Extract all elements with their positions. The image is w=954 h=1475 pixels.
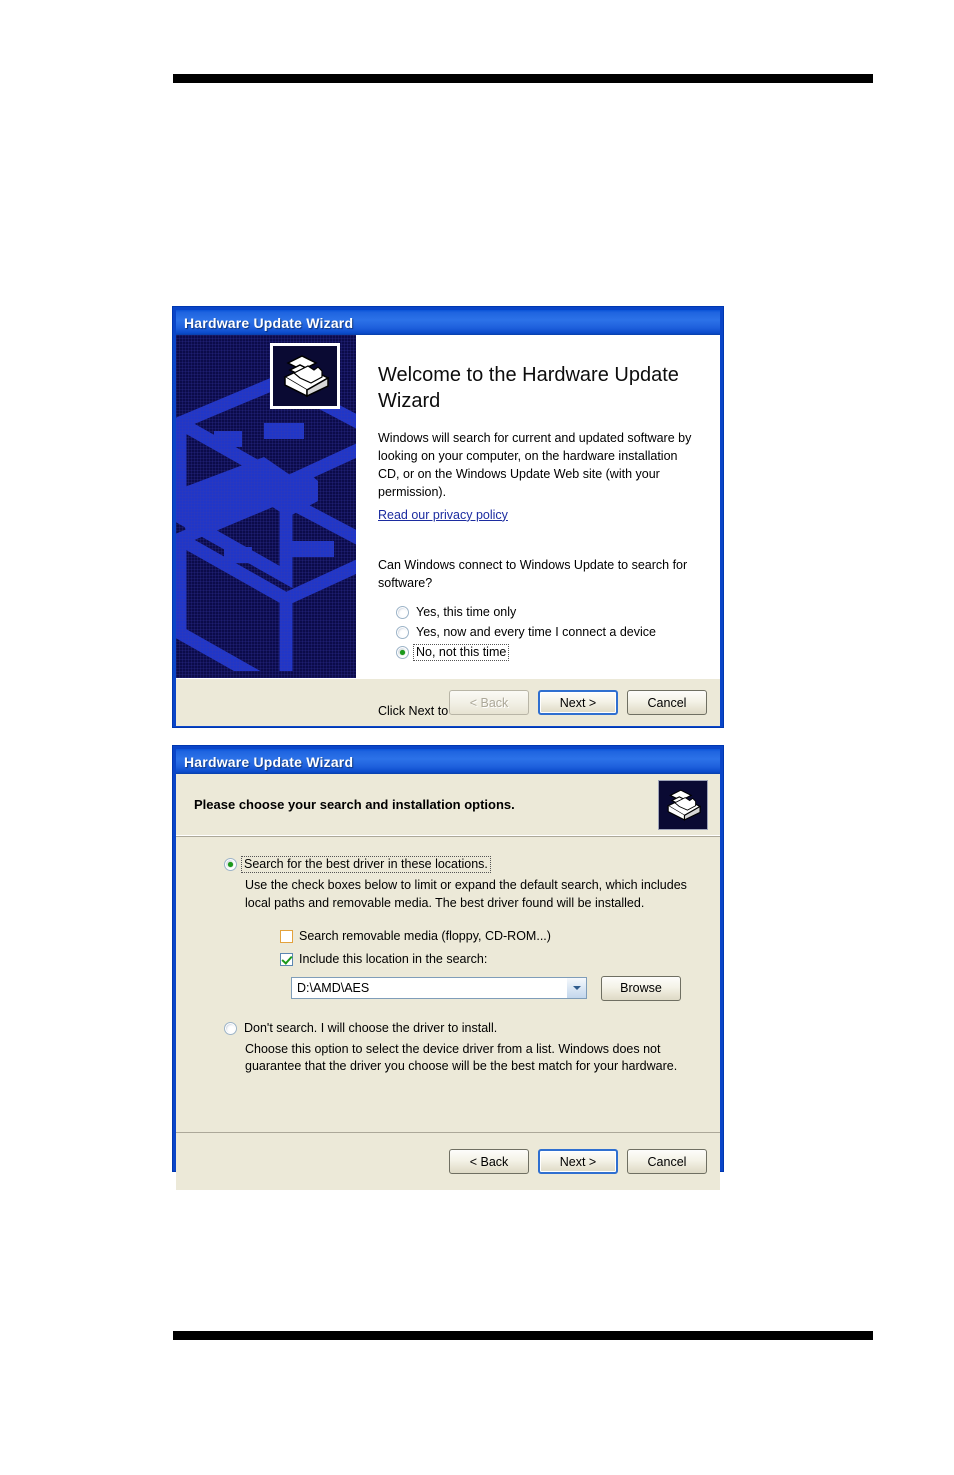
- radio-icon: [224, 1021, 237, 1035]
- location-combobox[interactable]: D:\AMD\AES: [291, 977, 587, 999]
- cancel-button-label: Cancel: [647, 1154, 687, 1169]
- welcome-dialog-button-bar: < Back Next > Cancel: [176, 678, 720, 726]
- welcome-heading: Welcome to the Hardware Update Wizard: [378, 364, 679, 412]
- hardware-update-wizard-options-dialog: Hardware Update Wizard Please choose you…: [173, 746, 723, 1190]
- wizard-sidebar-banner: [176, 335, 356, 678]
- hardware-watermark-graphic: [176, 373, 356, 671]
- welcome-intro-text: Windows will search for current and upda…: [378, 431, 692, 499]
- options-dialog-header: Please choose your search and installati…: [176, 774, 720, 836]
- radio-icon-selected: [396, 646, 409, 660]
- windows-update-radio-group: Yes, this time only Yes, now and every t…: [378, 605, 698, 662]
- checkbox-label: Search removable media (floppy, CD-ROM..…: [299, 928, 551, 943]
- options-dialog-button-bar: < Back Next > Cancel: [176, 1132, 720, 1190]
- back-button-label: < Back: [469, 1154, 509, 1169]
- manual-option-description: Choose this option to select the device …: [245, 1041, 678, 1074]
- hardware-device-glyph: [283, 355, 330, 398]
- radio-option-dont-search[interactable]: Don't search. I will choose the driver t…: [224, 1021, 702, 1036]
- next-button[interactable]: Next >: [538, 690, 618, 715]
- welcome-dialog-titlebar[interactable]: Hardware Update Wizard: [176, 310, 720, 335]
- options-dialog-body: Search for the best driver in these loca…: [176, 836, 720, 1132]
- radio-option-search-best-driver[interactable]: Search for the best driver in these loca…: [224, 856, 702, 873]
- radio-option-yes-this-time-only[interactable]: Yes, this time only: [396, 605, 698, 620]
- back-button[interactable]: < Back: [449, 1149, 529, 1174]
- read-privacy-policy-link[interactable]: Read our privacy policy: [378, 508, 508, 522]
- checkbox-icon-checked: [280, 952, 293, 966]
- checkbox-search-removable-media[interactable]: Search removable media (floppy, CD-ROM..…: [280, 929, 702, 943]
- page-header-rule: [173, 74, 873, 83]
- radio-icon-selected: [224, 858, 237, 871]
- welcome-dialog-content: Welcome to the Hardware Update Wizard Wi…: [356, 335, 720, 718]
- next-button-label: Next >: [559, 695, 597, 710]
- hardware-update-wizard-welcome-dialog: Hardware Update Wizard Welcome to the Ha…: [173, 307, 723, 727]
- hardware-device-icon: [270, 343, 340, 409]
- options-dialog-titlebar[interactable]: Hardware Update Wizard: [176, 749, 720, 774]
- checkbox-label: Include this location in the search:: [299, 951, 488, 966]
- cancel-button[interactable]: Cancel: [627, 690, 707, 715]
- radio-label: Don't search. I will choose the driver t…: [244, 1020, 498, 1035]
- cancel-button[interactable]: Cancel: [627, 1149, 707, 1174]
- search-option-description: Use the check boxes below to limit or ex…: [245, 878, 687, 910]
- browse-button[interactable]: Browse: [601, 975, 681, 1001]
- radio-label: Yes, now and every time I connect a devi…: [416, 625, 656, 640]
- options-dialog-title: Hardware Update Wizard: [184, 753, 354, 770]
- radio-icon: [396, 606, 409, 620]
- location-value: D:\AMD\AES: [297, 981, 370, 995]
- back-button[interactable]: < Back: [449, 690, 529, 715]
- chevron-down-icon[interactable]: [566, 978, 586, 998]
- hardware-device-glyph: [667, 789, 702, 821]
- radio-label: No, not this time: [412, 644, 510, 662]
- radio-label: Yes, this time only: [416, 605, 517, 620]
- back-button-label: < Back: [469, 695, 509, 710]
- radio-option-no-not-this-time[interactable]: No, not this time: [396, 644, 698, 662]
- welcome-dialog-title: Hardware Update Wizard: [184, 314, 354, 331]
- radio-option-yes-every-time[interactable]: Yes, now and every time I connect a devi…: [396, 625, 698, 640]
- browse-button-label: Browse: [620, 981, 662, 995]
- checkbox-include-this-location[interactable]: Include this location in the search:: [280, 952, 702, 966]
- location-row: D:\AMD\AES Browse: [291, 975, 702, 1001]
- next-button[interactable]: Next >: [538, 1149, 618, 1174]
- hardware-device-icon: [658, 779, 708, 830]
- options-header-title: Please choose your search and installati…: [194, 797, 515, 812]
- radio-icon: [396, 626, 409, 640]
- cancel-button-label: Cancel: [647, 695, 687, 710]
- welcome-dialog-body: Welcome to the Hardware Update Wizard Wi…: [176, 335, 720, 718]
- page-footer-rule: [173, 1331, 873, 1340]
- radio-label: Search for the best driver in these loca…: [241, 856, 491, 873]
- welcome-question-text: Can Windows connect to Windows Update to…: [378, 557, 688, 590]
- checkbox-icon: [280, 929, 293, 943]
- next-button-label: Next >: [559, 1154, 597, 1169]
